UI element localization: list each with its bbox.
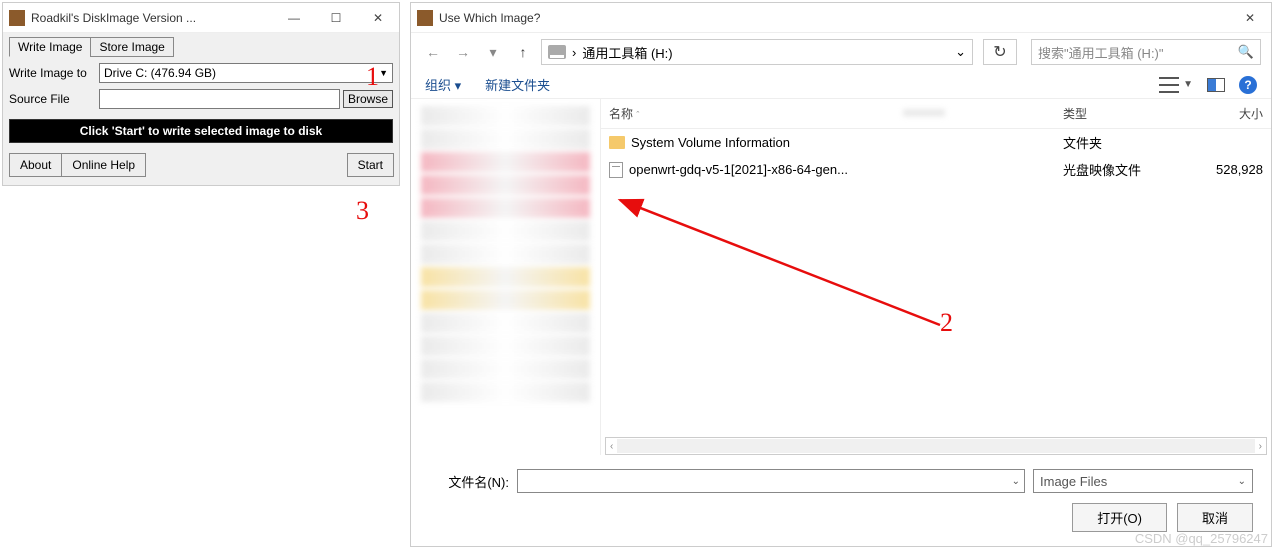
maximize-button[interactable]: ☐ <box>315 3 357 33</box>
col-type[interactable]: 类型 <box>1063 105 1183 122</box>
up-button[interactable]: ↑ <box>511 40 535 64</box>
tab-strip: Write Image Store Image <box>9 37 393 57</box>
status-bar: Click 'Start' to write selected image to… <box>9 119 393 143</box>
filename-label: 文件名(N): <box>429 472 509 491</box>
chevron-down-icon: ▼ <box>379 68 388 78</box>
source-file-input[interactable] <box>99 89 340 109</box>
browse-button[interactable]: Browse <box>343 90 393 108</box>
titlebar: Use Which Image? ✕ <box>411 3 1271 33</box>
cancel-button[interactable]: 取消 <box>1177 503 1253 532</box>
breadcrumb-sep: › <box>572 45 576 60</box>
column-headers[interactable]: 名称 ˆ xxxxxxx 类型 大小 <box>601 99 1271 129</box>
drive-select-value: Drive C: (476.94 GB) <box>104 66 216 80</box>
file-row[interactable]: openwrt-gdq-v5-1[2021]-x86-64-gen... 光盘映… <box>601 156 1271 183</box>
col-size[interactable]: 大小 <box>1183 105 1263 122</box>
recent-dropdown[interactable]: ▾ <box>481 40 505 64</box>
watermark: CSDN @qq_25796247 <box>1135 531 1268 546</box>
open-button[interactable]: 打开(O) <box>1072 503 1167 532</box>
file-list: 名称 ˆ xxxxxxx 类型 大小 System Volume Informa… <box>601 99 1271 455</box>
window-title: Use Which Image? <box>439 11 1229 25</box>
organize-menu[interactable]: 组织 ▾ <box>425 75 461 94</box>
file-icon <box>609 162 623 178</box>
app-icon <box>417 10 433 26</box>
new-folder-button[interactable]: 新建文件夹 <box>485 75 550 94</box>
file-dialog-window: Use Which Image? ✕ ← → ▾ ↑ › 通用工具箱 (H:) … <box>410 2 1272 547</box>
about-button[interactable]: About <box>9 153 62 177</box>
breadcrumb[interactable]: 通用工具箱 (H:) <box>582 43 672 62</box>
online-help-button[interactable]: Online Help <box>61 153 146 177</box>
sidebar[interactable] <box>411 99 601 455</box>
drive-select[interactable]: Drive C: (476.94 GB) ▼ <box>99 63 393 83</box>
file-row[interactable]: System Volume Information 文件夹 <box>601 129 1271 156</box>
tab-write-image[interactable]: Write Image <box>9 37 91 57</box>
address-bar[interactable]: › 通用工具箱 (H:) ⌄ <box>541 39 973 65</box>
chevron-down-icon[interactable]: ⌄ <box>955 44 966 60</box>
close-button[interactable]: ✕ <box>357 3 399 33</box>
filename-input[interactable]: ⌄ <box>517 469 1025 493</box>
search-icon: 🔍 <box>1238 44 1254 60</box>
view-icon <box>1159 77 1179 93</box>
filetype-select[interactable]: Image Files⌄ <box>1033 469 1253 493</box>
start-button[interactable]: Start <box>347 153 394 177</box>
label-source-file: Source File <box>9 92 99 106</box>
drive-icon <box>548 45 566 59</box>
horizontal-scrollbar[interactable]: ‹› <box>605 437 1267 455</box>
annotation-3: 3 <box>356 196 369 226</box>
annotation-1: 1 <box>366 62 379 92</box>
refresh-button[interactable]: ↻ <box>983 39 1017 65</box>
view-menu[interactable]: ▼ <box>1159 77 1193 93</box>
search-placeholder: 搜索"通用工具箱 (H:)" <box>1038 43 1164 62</box>
nav-bar: ← → ▾ ↑ › 通用工具箱 (H:) ⌄ ↻ 搜索"通用工具箱 (H:)" … <box>411 33 1271 71</box>
preview-pane-toggle[interactable] <box>1207 78 1225 92</box>
search-input[interactable]: 搜索"通用工具箱 (H:)" 🔍 <box>1031 39 1261 65</box>
diskimage-window: Roadkil's DiskImage Version ... — ☐ ✕ Wr… <box>2 2 400 186</box>
titlebar: Roadkil's DiskImage Version ... — ☐ ✕ <box>3 3 399 33</box>
forward-button[interactable]: → <box>451 40 475 64</box>
label-write-to: Write Image to <box>9 66 99 80</box>
back-button[interactable]: ← <box>421 40 445 64</box>
close-button[interactable]: ✕ <box>1229 3 1271 33</box>
minimize-button[interactable]: — <box>273 3 315 33</box>
col-name[interactable]: 名称 ˆ <box>609 105 903 122</box>
annotation-2: 2 <box>940 308 953 338</box>
col-date[interactable]: xxxxxxx <box>903 105 1063 122</box>
folder-icon <box>609 136 625 149</box>
tab-store-image[interactable]: Store Image <box>90 37 173 57</box>
help-icon[interactable]: ? <box>1239 76 1257 94</box>
app-icon <box>9 10 25 26</box>
toolbar: 组织 ▾ 新建文件夹 ▼ ? <box>411 71 1271 99</box>
window-title: Roadkil's DiskImage Version ... <box>31 11 273 25</box>
